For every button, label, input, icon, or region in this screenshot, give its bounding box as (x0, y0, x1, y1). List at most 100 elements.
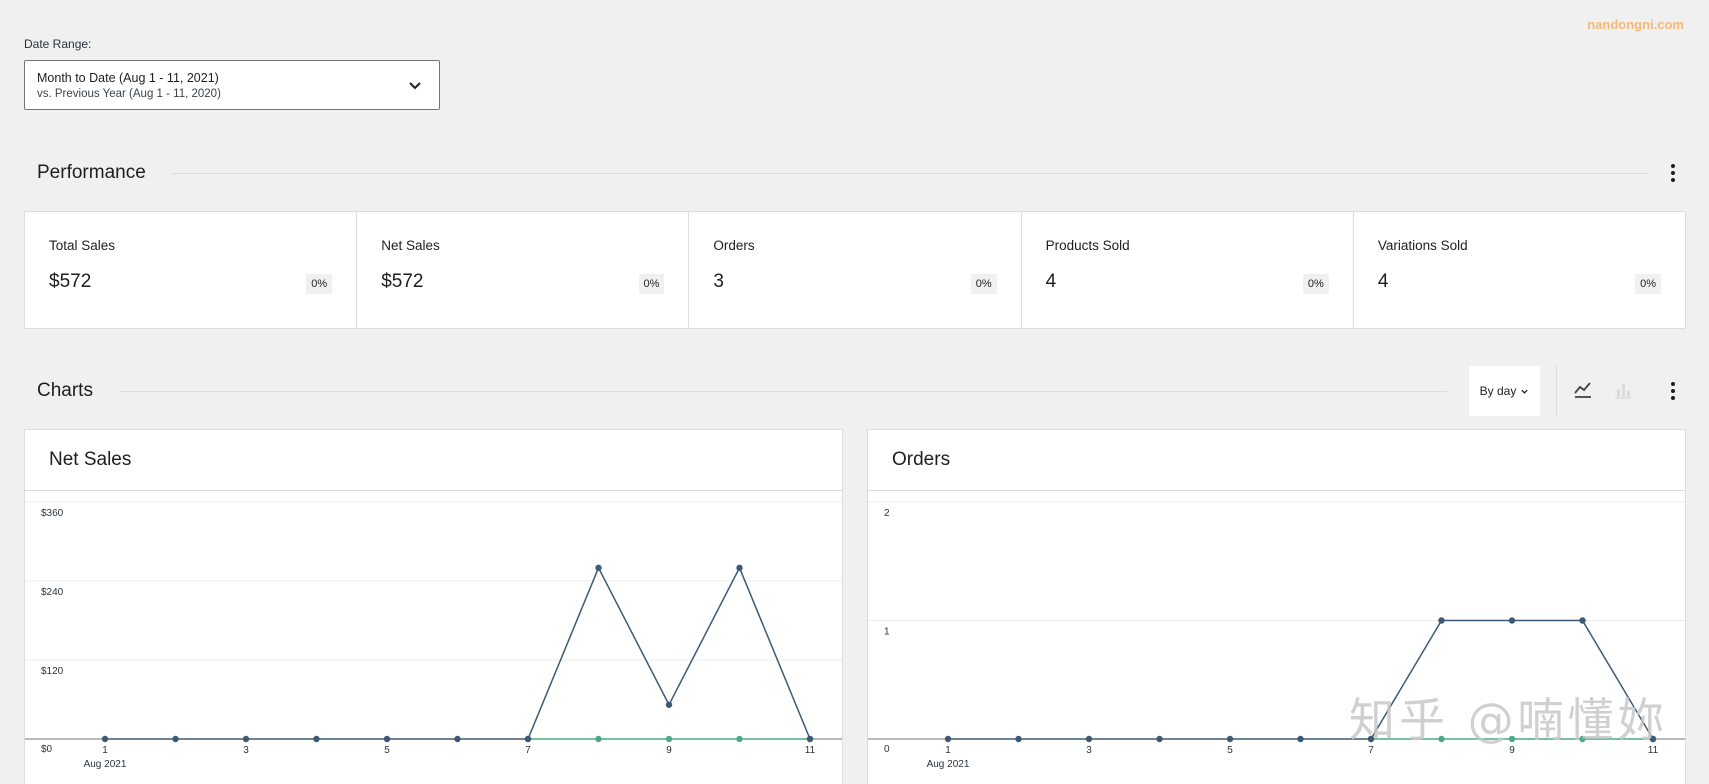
data-point[interactable] (101, 735, 109, 743)
x-tick-label: 11 (805, 745, 816, 756)
data-point[interactable] (1508, 735, 1516, 743)
performance-title: Performance (37, 162, 146, 183)
card-label: Net Sales (381, 238, 440, 253)
bar-chart-icon (1615, 384, 1631, 399)
x-tick-label: 3 (1086, 745, 1092, 756)
performance-card-total-sales[interactable]: Total Sales $572 0% (25, 212, 358, 328)
net-sales-chart-card: Net Sales $0 $120 $240 $360 1 3 5 7 9 11 Aug 2021 (24, 429, 843, 784)
data-point[interactable] (1579, 617, 1586, 624)
charts-title: Charts (37, 380, 93, 401)
data-point[interactable] (524, 735, 532, 743)
charts-more-icon[interactable] (1661, 379, 1685, 403)
data-point[interactable] (665, 735, 673, 743)
bar-chart-toggle[interactable] (1609, 377, 1637, 405)
x-tick-label: 7 (525, 745, 531, 756)
date-range-primary: Month to Date (Aug 1 - 11, 2021) (37, 71, 219, 85)
x-tick-label: 11 (1648, 745, 1659, 756)
card-label: Variations Sold (1377, 238, 1468, 253)
line-chart-toggle[interactable] (1569, 377, 1597, 405)
data-point[interactable] (1367, 735, 1375, 743)
date-range-select[interactable]: Month to Date (Aug 1 - 11, 2021) vs. Pre… (24, 60, 440, 110)
delta-badge: 0% (306, 274, 333, 294)
x-tick-label: 5 (384, 745, 390, 756)
data-point[interactable] (1226, 735, 1234, 743)
card-value: $572 (49, 271, 92, 292)
chart-title: Orders (868, 430, 1685, 491)
delta-badge: 0% (1635, 274, 1662, 294)
performance-divider (171, 172, 1649, 174)
y-tick-label: 2 (884, 508, 890, 519)
series-line-0 (105, 566, 811, 740)
charts-header: Charts By day (24, 366, 1685, 416)
card-value: 4 (1377, 271, 1389, 292)
x-tick-label: 9 (1509, 745, 1515, 756)
delta-badge: 0% (638, 274, 665, 294)
card-label: Total Sales (49, 238, 116, 253)
y-tick-label: $120 (41, 666, 64, 677)
performance-card-variations-sold[interactable]: Variations Sold 4 0% (1354, 212, 1685, 328)
chevron-down-icon (409, 82, 421, 90)
data-point[interactable] (1015, 735, 1022, 743)
line-chart-icon (1574, 382, 1591, 398)
orders-chart-card: Orders 0 1 2 1 3 5 7 9 11 Aug 2021 (867, 429, 1686, 784)
series-line-0 (948, 619, 1654, 740)
x-tick-label: 9 (666, 745, 672, 756)
performance-more-icon[interactable] (1661, 161, 1685, 185)
y-tick-label: $0 (41, 744, 53, 755)
data-point[interactable] (1649, 735, 1657, 743)
chevron-down-icon (1521, 389, 1528, 394)
data-point[interactable] (736, 735, 743, 743)
data-point[interactable] (1438, 735, 1445, 743)
data-point[interactable] (665, 701, 673, 708)
x-tick-label: 1 (102, 745, 108, 756)
data-point[interactable] (1438, 617, 1445, 624)
data-point[interactable] (736, 564, 743, 572)
x-tick-label: 3 (243, 745, 249, 756)
data-point[interactable] (806, 735, 814, 743)
y-tick-label: $240 (41, 587, 64, 598)
performance-card-products-sold[interactable]: Products Sold 4 0% (1022, 212, 1354, 328)
y-tick-label: 0 (884, 744, 890, 755)
date-range-label: Date Range: (24, 37, 92, 51)
data-point[interactable] (1156, 735, 1163, 743)
x-tick-label: 1 (945, 745, 951, 756)
site-watermark: nandongni.com (1587, 17, 1684, 32)
x-tick-sublabel: Aug 2021 (84, 759, 127, 770)
performance-cards: Total Sales $572 0% Net Sales $572 0% Or… (24, 211, 1686, 329)
data-point[interactable] (595, 735, 602, 743)
interval-select[interactable]: By day (1469, 366, 1540, 416)
orders-chart: 0 1 2 1 3 5 7 9 11 Aug 2021 (868, 501, 1685, 770)
card-label: Orders (713, 238, 755, 253)
data-point[interactable] (313, 735, 320, 743)
performance-card-net-sales[interactable]: Net Sales $572 0% (357, 212, 690, 328)
y-tick-label: 1 (884, 627, 890, 638)
data-point[interactable] (1297, 735, 1304, 743)
net-sales-chart: $0 $120 $240 $360 1 3 5 7 9 11 Aug 2021 (25, 501, 842, 770)
interval-label: By day (1479, 384, 1517, 398)
data-point[interactable] (1508, 617, 1516, 624)
card-value: $572 (381, 271, 424, 292)
data-point[interactable] (1085, 735, 1093, 743)
date-range-secondary: vs. Previous Year (Aug 1 - 11, 2020) (37, 88, 221, 100)
card-value: 3 (713, 271, 724, 292)
data-point[interactable] (172, 735, 179, 743)
card-value: 4 (1045, 271, 1057, 292)
data-point[interactable] (595, 564, 602, 572)
x-tick-label: 5 (1227, 745, 1233, 756)
data-point[interactable] (1579, 735, 1586, 743)
x-tick-label: 7 (1368, 745, 1374, 756)
data-point[interactable] (242, 735, 250, 743)
data-point[interactable] (383, 735, 391, 743)
y-tick-label: $360 (41, 508, 64, 519)
delta-badge: 0% (970, 274, 997, 294)
chart-title: Net Sales (25, 430, 842, 491)
performance-header: Performance (24, 153, 1685, 193)
performance-card-orders[interactable]: Orders 3 0% (689, 212, 1022, 328)
controls-divider (1556, 366, 1557, 416)
x-tick-sublabel: Aug 2021 (927, 759, 970, 770)
data-point[interactable] (944, 735, 952, 743)
delta-badge: 0% (1302, 274, 1329, 294)
data-point[interactable] (454, 735, 461, 743)
charts-divider (118, 390, 1447, 392)
card-label: Products Sold (1045, 238, 1130, 253)
